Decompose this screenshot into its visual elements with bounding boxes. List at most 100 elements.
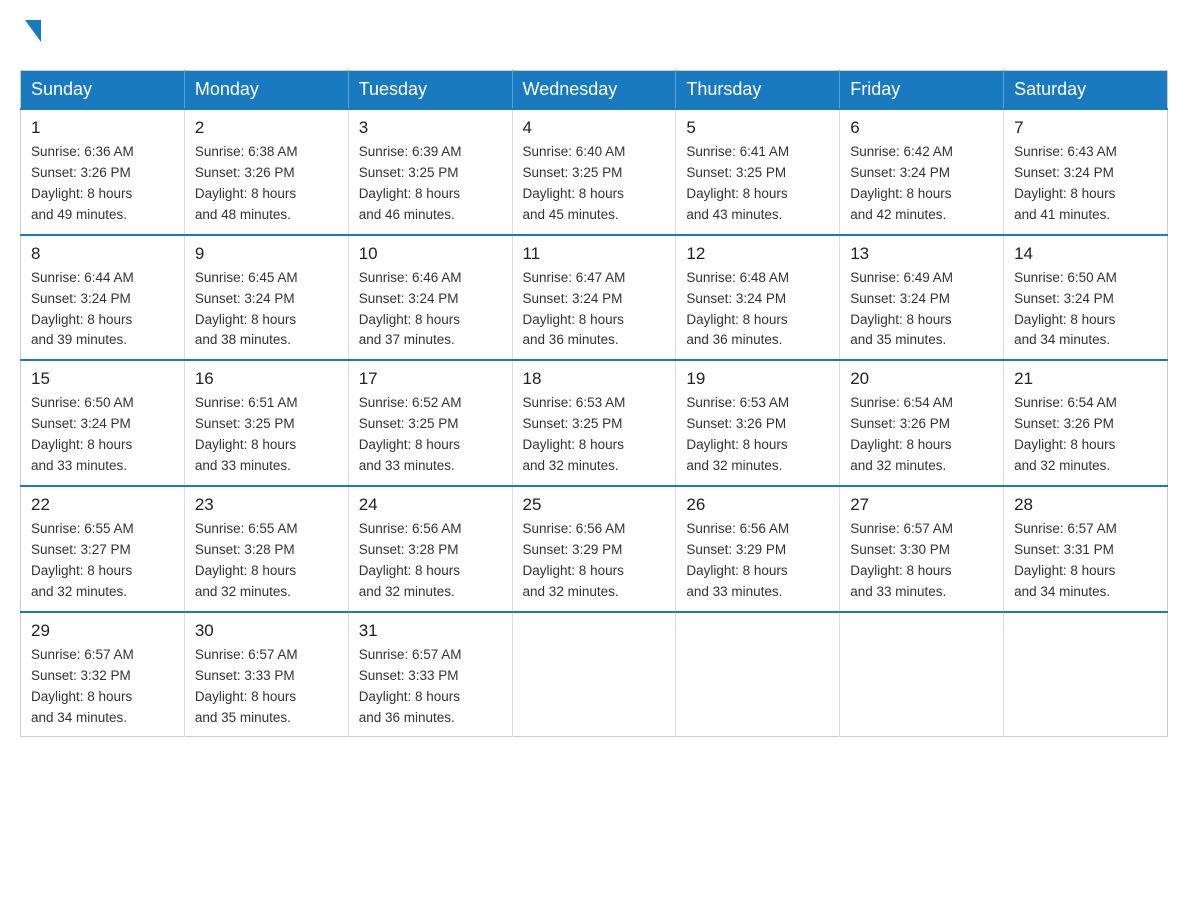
calendar-cell: 10 Sunrise: 6:46 AMSunset: 3:24 PMDayligh… (348, 235, 512, 361)
calendar-cell: 26Sunrise: 6:56 AMSunset: 3:29 PMDayligh… (676, 486, 840, 612)
calendar-cell: 15 Sunrise: 6:50 AMSunset: 3:24 PMDayligh… (21, 360, 185, 486)
day-number: 26 (686, 495, 829, 515)
calendar-cell: 3Sunrise: 6:39 AMSunset: 3:25 PMDaylight… (348, 109, 512, 235)
day-info: Sunrise: 6:56 AMSunset: 3:29 PMDaylight:… (523, 519, 666, 603)
calendar-cell: 1 Sunrise: 6:36 AMSunset: 3:26 PMDaylight… (21, 109, 185, 235)
day-info: Sunrise: 6:44 AMSunset: 3:24 PMDaylight:… (31, 268, 174, 352)
day-info: Sunrise: 6:48 AMSunset: 3:24 PMDaylight:… (686, 268, 829, 352)
day-info: Sunrise: 6:46 AMSunset: 3:24 PMDaylight:… (359, 268, 502, 352)
weekday-header-row: SundayMondayTuesdayWednesdayThursdayFrid… (21, 71, 1168, 110)
day-number: 6 (850, 118, 993, 138)
calendar-cell: 28Sunrise: 6:57 AMSunset: 3:31 PMDayligh… (1004, 486, 1168, 612)
day-info: Sunrise: 6:57 AMSunset: 3:32 PMDaylight:… (31, 645, 174, 729)
day-number: 17 (359, 369, 502, 389)
day-number: 18 (523, 369, 666, 389)
day-info: Sunrise: 6:41 AMSunset: 3:25 PMDaylight:… (686, 142, 829, 226)
calendar-week-row: 15 Sunrise: 6:50 AMSunset: 3:24 PMDayligh… (21, 360, 1168, 486)
calendar-cell: 13 Sunrise: 6:49 AMSunset: 3:24 PMDayligh… (840, 235, 1004, 361)
calendar-week-row: 22Sunrise: 6:55 AMSunset: 3:27 PMDayligh… (21, 486, 1168, 612)
day-info: Sunrise: 6:45 AMSunset: 3:24 PMDaylight:… (195, 268, 338, 352)
calendar-week-row: 1 Sunrise: 6:36 AMSunset: 3:26 PMDaylight… (21, 109, 1168, 235)
day-number: 14 (1014, 244, 1157, 264)
day-info: Sunrise: 6:54 AMSunset: 3:26 PMDaylight:… (1014, 393, 1157, 477)
day-number: 20 (850, 369, 993, 389)
logo (20, 20, 41, 50)
calendar-cell: 5 Sunrise: 6:41 AMSunset: 3:25 PMDaylight… (676, 109, 840, 235)
day-info: Sunrise: 6:50 AMSunset: 3:24 PMDaylight:… (31, 393, 174, 477)
calendar-table: SundayMondayTuesdayWednesdayThursdayFrid… (20, 70, 1168, 737)
day-info: Sunrise: 6:51 AMSunset: 3:25 PMDaylight:… (195, 393, 338, 477)
day-number: 25 (523, 495, 666, 515)
day-info: Sunrise: 6:57 AMSunset: 3:33 PMDaylight:… (359, 645, 502, 729)
calendar-cell: 20 Sunrise: 6:54 AMSunset: 3:26 PMDayligh… (840, 360, 1004, 486)
day-info: Sunrise: 6:36 AMSunset: 3:26 PMDaylight:… (31, 142, 174, 226)
day-number: 3 (359, 118, 502, 138)
day-number: 16 (195, 369, 338, 389)
day-number: 30 (195, 621, 338, 641)
calendar-cell: 19 Sunrise: 6:53 AMSunset: 3:26 PMDayligh… (676, 360, 840, 486)
calendar-cell (512, 612, 676, 737)
day-info: Sunrise: 6:38 AMSunset: 3:26 PMDaylight:… (195, 142, 338, 226)
day-info: Sunrise: 6:53 AMSunset: 3:25 PMDaylight:… (523, 393, 666, 477)
calendar-cell: 11Sunrise: 6:47 AMSunset: 3:24 PMDayligh… (512, 235, 676, 361)
day-number: 21 (1014, 369, 1157, 389)
day-info: Sunrise: 6:56 AMSunset: 3:28 PMDaylight:… (359, 519, 502, 603)
day-number: 27 (850, 495, 993, 515)
day-info: Sunrise: 6:57 AMSunset: 3:33 PMDaylight:… (195, 645, 338, 729)
day-info: Sunrise: 6:50 AMSunset: 3:24 PMDaylight:… (1014, 268, 1157, 352)
calendar-cell: 29 Sunrise: 6:57 AMSunset: 3:32 PMDayligh… (21, 612, 185, 737)
calendar-cell: 24 Sunrise: 6:56 AMSunset: 3:28 PMDayligh… (348, 486, 512, 612)
calendar-cell: 25 Sunrise: 6:56 AMSunset: 3:29 PMDayligh… (512, 486, 676, 612)
calendar-cell: 30 Sunrise: 6:57 AMSunset: 3:33 PMDayligh… (184, 612, 348, 737)
weekday-header-monday: Monday (184, 71, 348, 110)
day-info: Sunrise: 6:57 AMSunset: 3:31 PMDaylight:… (1014, 519, 1157, 603)
day-info: Sunrise: 6:54 AMSunset: 3:26 PMDaylight:… (850, 393, 993, 477)
day-number: 31 (359, 621, 502, 641)
weekday-header-tuesday: Tuesday (348, 71, 512, 110)
day-number: 24 (359, 495, 502, 515)
calendar-cell: 22Sunrise: 6:55 AMSunset: 3:27 PMDayligh… (21, 486, 185, 612)
weekday-header-sunday: Sunday (21, 71, 185, 110)
day-number: 8 (31, 244, 174, 264)
calendar-cell: 18 Sunrise: 6:53 AMSunset: 3:25 PMDayligh… (512, 360, 676, 486)
calendar-cell: 8 Sunrise: 6:44 AMSunset: 3:24 PMDaylight… (21, 235, 185, 361)
weekday-header-friday: Friday (840, 71, 1004, 110)
calendar-cell: 14 Sunrise: 6:50 AMSunset: 3:24 PMDayligh… (1004, 235, 1168, 361)
day-number: 2 (195, 118, 338, 138)
day-number: 15 (31, 369, 174, 389)
weekday-header-thursday: Thursday (676, 71, 840, 110)
day-number: 12 (686, 244, 829, 264)
day-number: 7 (1014, 118, 1157, 138)
day-number: 1 (31, 118, 174, 138)
calendar-cell: 12 Sunrise: 6:48 AMSunset: 3:24 PMDayligh… (676, 235, 840, 361)
day-number: 29 (31, 621, 174, 641)
calendar-cell (840, 612, 1004, 737)
calendar-cell: 31 Sunrise: 6:57 AMSunset: 3:33 PMDayligh… (348, 612, 512, 737)
calendar-cell: 27 Sunrise: 6:57 AMSunset: 3:30 PMDayligh… (840, 486, 1004, 612)
calendar-cell: 6 Sunrise: 6:42 AMSunset: 3:24 PMDaylight… (840, 109, 1004, 235)
day-info: Sunrise: 6:55 AMSunset: 3:27 PMDaylight:… (31, 519, 174, 603)
day-info: Sunrise: 6:55 AMSunset: 3:28 PMDaylight:… (195, 519, 338, 603)
calendar-week-row: 29 Sunrise: 6:57 AMSunset: 3:32 PMDayligh… (21, 612, 1168, 737)
day-info: Sunrise: 6:42 AMSunset: 3:24 PMDaylight:… (850, 142, 993, 226)
calendar-cell: 21 Sunrise: 6:54 AMSunset: 3:26 PMDayligh… (1004, 360, 1168, 486)
calendar-cell: 9Sunrise: 6:45 AMSunset: 3:24 PMDaylight… (184, 235, 348, 361)
day-info: Sunrise: 6:52 AMSunset: 3:25 PMDaylight:… (359, 393, 502, 477)
day-number: 10 (359, 244, 502, 264)
day-number: 23 (195, 495, 338, 515)
calendar-cell: 23 Sunrise: 6:55 AMSunset: 3:28 PMDayligh… (184, 486, 348, 612)
calendar-week-row: 8 Sunrise: 6:44 AMSunset: 3:24 PMDaylight… (21, 235, 1168, 361)
day-info: Sunrise: 6:57 AMSunset: 3:30 PMDaylight:… (850, 519, 993, 603)
day-number: 19 (686, 369, 829, 389)
day-number: 13 (850, 244, 993, 264)
calendar-cell: 16 Sunrise: 6:51 AMSunset: 3:25 PMDayligh… (184, 360, 348, 486)
weekday-header-saturday: Saturday (1004, 71, 1168, 110)
page-header (20, 20, 1168, 50)
day-info: Sunrise: 6:49 AMSunset: 3:24 PMDaylight:… (850, 268, 993, 352)
calendar-cell: 17 Sunrise: 6:52 AMSunset: 3:25 PMDayligh… (348, 360, 512, 486)
day-info: Sunrise: 6:40 AMSunset: 3:25 PMDaylight:… (523, 142, 666, 226)
day-number: 5 (686, 118, 829, 138)
calendar-cell: 4Sunrise: 6:40 AMSunset: 3:25 PMDaylight… (512, 109, 676, 235)
logo-triangle-icon (25, 20, 41, 42)
day-info: Sunrise: 6:53 AMSunset: 3:26 PMDaylight:… (686, 393, 829, 477)
